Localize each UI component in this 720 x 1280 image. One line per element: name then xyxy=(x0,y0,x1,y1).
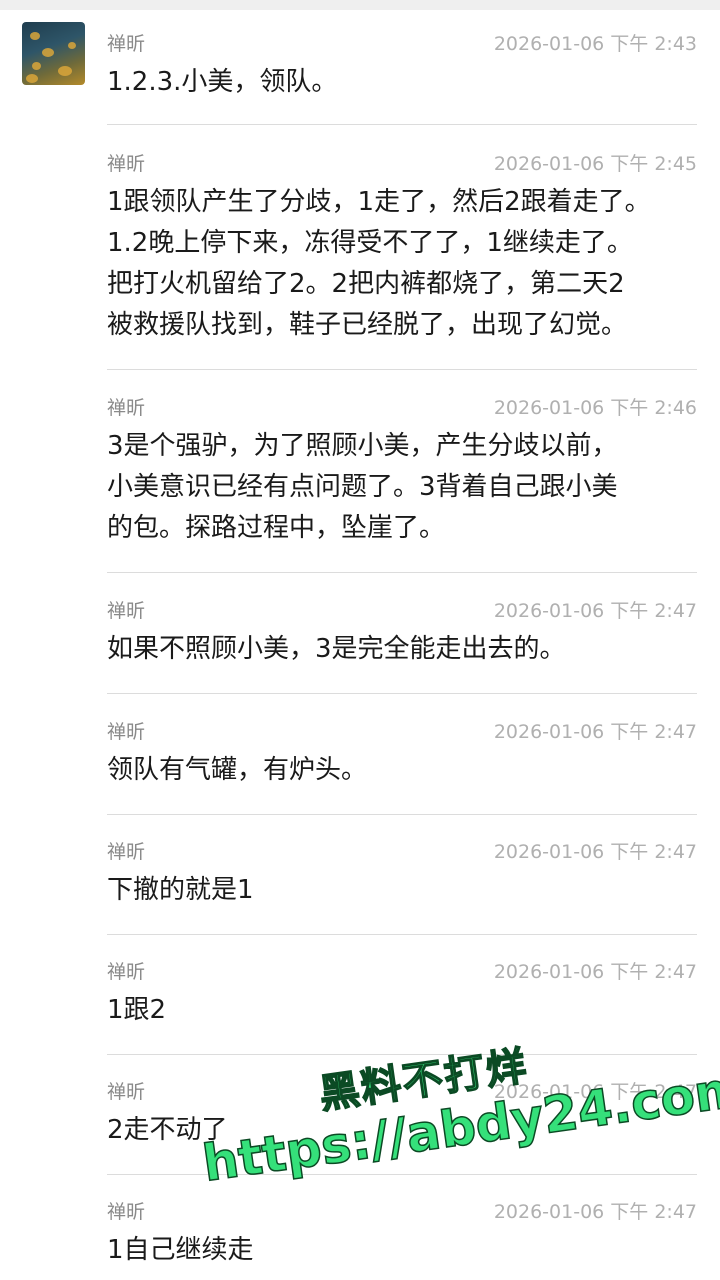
message-text: 1跟领队产生了分歧，1走了，然后2跟着走了。 1.2晚上停下来，冻得受不了了，1… xyxy=(107,187,651,340)
divider xyxy=(107,369,697,370)
message-timestamp: 2026-01-06 下午 2:47 xyxy=(493,841,697,863)
message-timestamp: 2026-01-06 下午 2:43 xyxy=(493,33,697,55)
message-timestamp: 2026-01-06 下午 2:45 xyxy=(493,153,697,175)
message-timestamp: 2026-01-06 下午 2:47 xyxy=(493,1201,697,1223)
sender-name: 禅昕 xyxy=(107,721,146,743)
sender-name: 禅昕 xyxy=(107,33,146,55)
top-status-strip xyxy=(0,0,720,10)
divider xyxy=(107,693,697,694)
avatar-leaf xyxy=(26,74,38,83)
message-timestamp: 2026-01-06 下午 2:46 xyxy=(493,397,697,419)
sender-name: 禅昕 xyxy=(107,397,146,419)
message-text: 如果不照顾小美，3是完全能走出去的。 xyxy=(107,634,566,664)
message-text: 3是个强驴，为了照顾小美，产生分歧以前， 小美意识已经有点问题了。3背着自己跟小… xyxy=(107,431,618,543)
message-text: 1自己继续走 xyxy=(107,1235,254,1265)
message-timestamp: 2026-01-06 下午 2:47 xyxy=(493,961,697,983)
sender-name: 禅昕 xyxy=(107,1201,146,1223)
sender-name: 禅昕 xyxy=(107,961,146,983)
message-text: 1.2.3.小美，领队。 xyxy=(107,67,338,97)
sender-name: 禅昕 xyxy=(107,841,146,863)
avatar-leaf xyxy=(58,66,72,76)
message-text: 领队有气罐，有炉头。 xyxy=(107,755,368,785)
message-text: 1跟2 xyxy=(107,995,167,1025)
avatar-leaf xyxy=(30,32,40,40)
message-text: 下撤的就是1 xyxy=(107,875,254,905)
message-timestamp: 2026-01-06 下午 2:47 xyxy=(493,1081,697,1103)
watermark-title: 黑料不打烊 xyxy=(316,1042,532,1118)
sender-name: 禅昕 xyxy=(107,600,146,622)
sender-name: 禅昕 xyxy=(107,153,146,175)
divider xyxy=(107,814,697,815)
divider xyxy=(107,1174,697,1175)
message-timestamp: 2026-01-06 下午 2:47 xyxy=(493,600,697,622)
divider xyxy=(107,934,697,935)
avatar-leaf xyxy=(32,62,41,70)
avatar-leaf xyxy=(42,48,54,57)
message-text: 2走不动了 xyxy=(107,1115,228,1145)
divider xyxy=(107,124,697,125)
avatar-leaf xyxy=(68,42,76,49)
avatar[interactable] xyxy=(22,22,85,85)
message-timestamp: 2026-01-06 下午 2:47 xyxy=(493,721,697,743)
sender-name: 禅昕 xyxy=(107,1081,146,1103)
divider xyxy=(107,572,697,573)
divider xyxy=(107,1054,697,1055)
